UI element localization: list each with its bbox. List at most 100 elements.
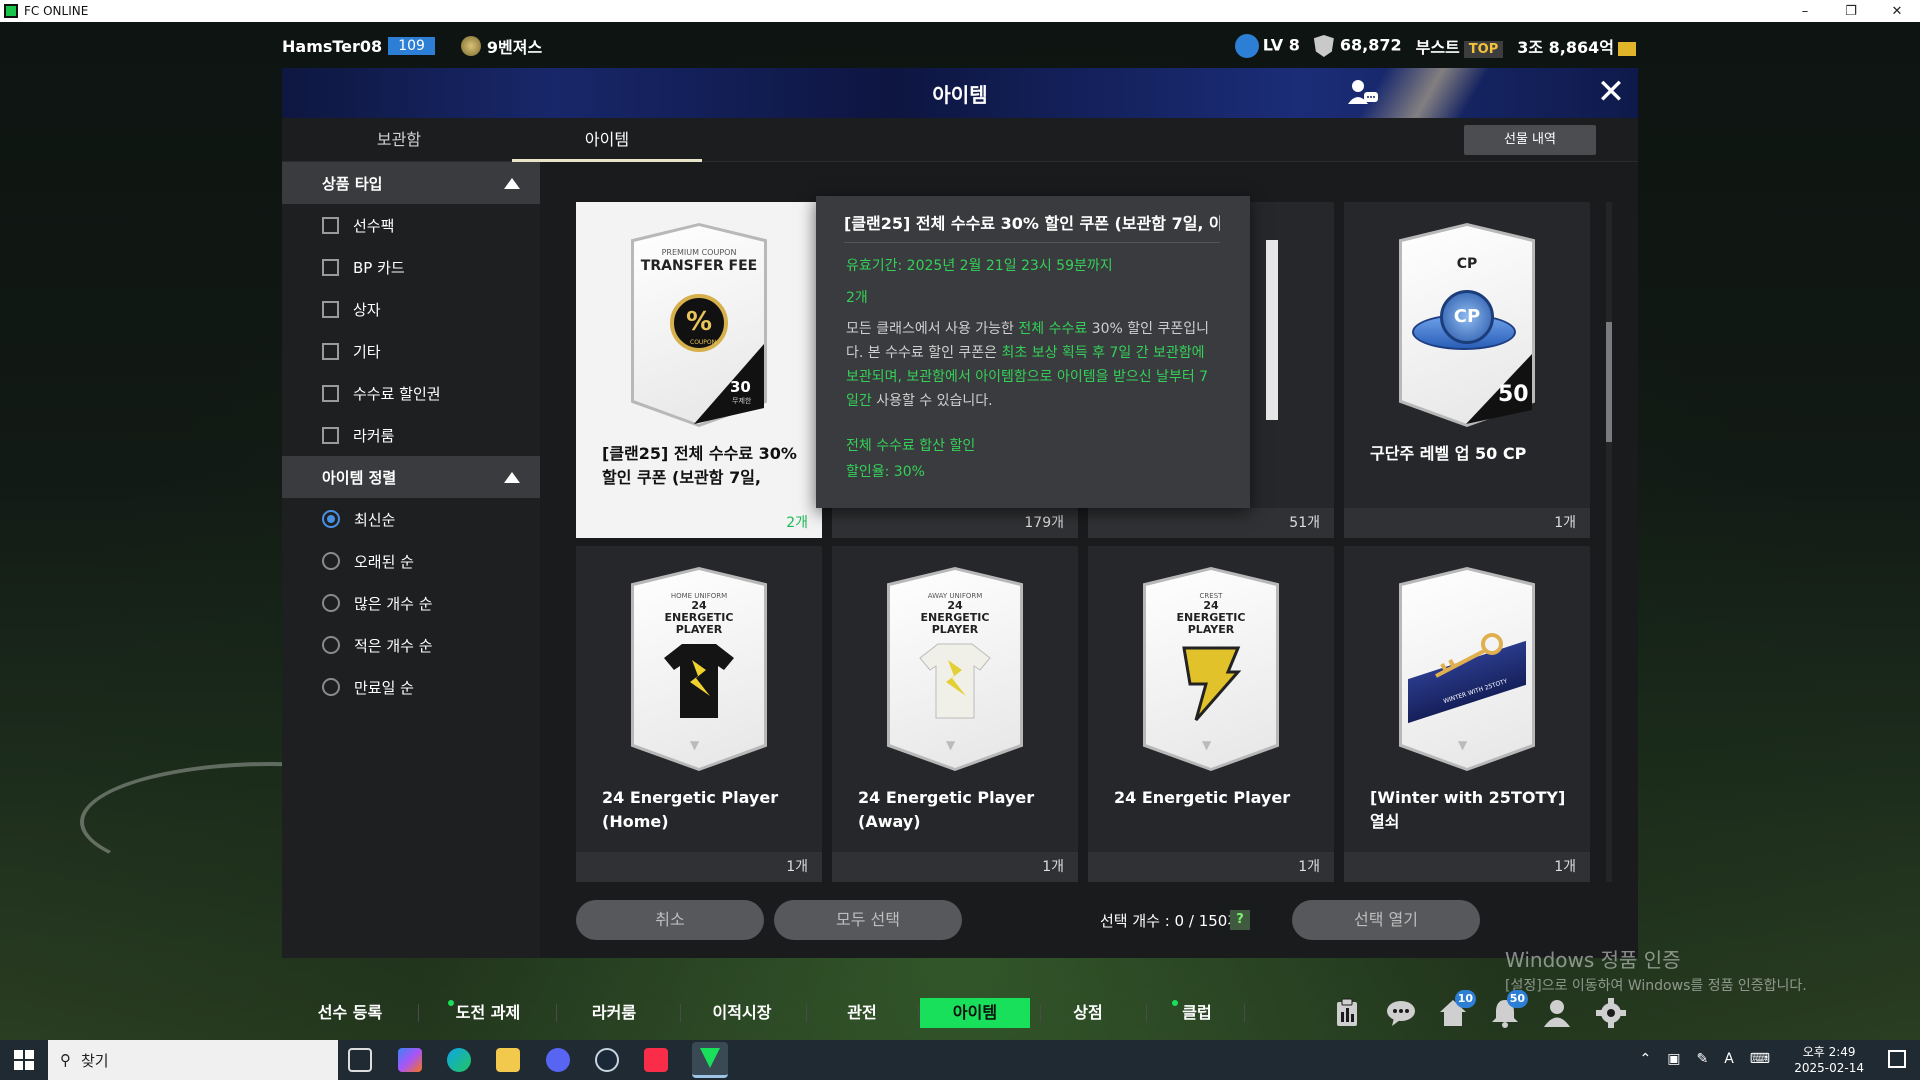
desc-highlight: 전체 수수료	[1018, 321, 1088, 337]
home-uniform-art: HOME UNIFORM 24 ENERGETIC PLAYER ▼	[631, 567, 767, 771]
jersey-icon	[664, 644, 734, 718]
item-card[interactable]: PREMIUM COUPON TRANSFER FEE % COUPON 30 …	[576, 202, 822, 538]
nav-items[interactable]: 아이템	[920, 998, 1030, 1028]
nav-club[interactable]: 클럽	[1172, 998, 1222, 1028]
sort-label: 오래된 순	[354, 552, 414, 571]
windows-taskbar: ⚲ 찾기 ⌃ ▣ ✎ A ⌨ 오후 2:49 2025-02-14	[0, 1040, 1920, 1080]
crest-logo-icon	[1182, 646, 1242, 721]
music-icon[interactable]	[644, 1048, 668, 1072]
file-explorer-icon[interactable]	[496, 1048, 520, 1072]
radio-button[interactable]	[322, 678, 340, 696]
tab-items[interactable]: 아이템	[512, 118, 702, 162]
ime-indicator[interactable]: A	[1724, 1051, 1734, 1067]
sort-newest[interactable]: 최신순	[282, 498, 540, 540]
item-count: 1개	[576, 852, 822, 882]
chevron-up-icon[interactable]: ⌃	[1640, 1051, 1652, 1067]
fc-points-display: 68,872	[1313, 35, 1402, 57]
art-top-label: CP	[1456, 256, 1478, 272]
discord-icon[interactable]	[546, 1048, 570, 1072]
profile-icon[interactable]	[1540, 996, 1574, 1030]
clipboard-icon[interactable]	[1330, 996, 1364, 1030]
item-card[interactable]: WINTER WITH 25TOTY ▼ [Winter with 25TOTY…	[1344, 546, 1590, 882]
pen-icon[interactable]: ✎	[1696, 1051, 1708, 1067]
cp-coin-icon: CP	[1440, 290, 1494, 344]
nav-player-registration[interactable]: 선수 등록	[310, 998, 390, 1028]
filter-player-pack[interactable]: 선수팩	[282, 204, 540, 246]
checkbox[interactable]	[322, 342, 339, 360]
close-panel-icon[interactable]: ✕	[1594, 75, 1628, 110]
sort-label: 많은 개수 순	[354, 594, 433, 613]
chat-icon[interactable]	[1384, 996, 1418, 1030]
task-view-icon[interactable]	[348, 1048, 372, 1072]
tab-storage[interactable]: 보관함	[304, 118, 494, 162]
checkbox[interactable]	[322, 300, 339, 318]
radio-button[interactable]	[322, 510, 340, 528]
sort-most[interactable]: 많은 개수 순	[282, 582, 540, 624]
radio-button[interactable]	[322, 594, 340, 612]
windows-start-icon[interactable]	[14, 1050, 34, 1070]
item-card[interactable]: HOME UNIFORM 24 ENERGETIC PLAYER ▼ 24 En…	[576, 546, 822, 882]
copilot-icon[interactable]	[398, 1048, 422, 1072]
friends-chat-icon[interactable]	[1346, 76, 1380, 110]
close-window-icon[interactable]: ✕	[1874, 0, 1920, 22]
clock-time: 오후 2:49	[1802, 1045, 1856, 1059]
club-info[interactable]: 9벤져스	[460, 34, 542, 58]
grid-scrollbar[interactable]	[1606, 202, 1612, 882]
checkbox[interactable]	[322, 426, 339, 444]
checkbox[interactable]	[322, 384, 339, 402]
cancel-button[interactable]: 취소	[576, 900, 764, 940]
sort-expiry[interactable]: 만료일 순	[282, 666, 540, 708]
filter-bp-card[interactable]: BP 카드	[282, 246, 540, 288]
home-icon[interactable]: 10	[1436, 990, 1476, 1030]
settings-gear-icon[interactable]	[1594, 996, 1628, 1030]
checkbox[interactable]	[322, 258, 339, 276]
nav-challenges[interactable]: 도전 과제	[448, 998, 528, 1028]
help-icon[interactable]: ?	[1230, 910, 1250, 930]
tooltip-effect: 전체 수수료 합산 할인	[846, 438, 976, 454]
filter-locker-room[interactable]: 라커룸	[282, 414, 540, 456]
nav-spectate[interactable]: 관전	[830, 998, 894, 1028]
notification-center-icon[interactable]	[1888, 1050, 1906, 1068]
keyboard-icon[interactable]: ⌨	[1750, 1051, 1770, 1067]
bell-icon[interactable]: 50	[1488, 990, 1528, 1030]
item-card[interactable]: CP CP 50 구단주 레벨 업 50 CP 1개	[1344, 202, 1590, 538]
filter-fee-coupon[interactable]: 수수료 할인권	[282, 372, 540, 414]
item-card[interactable]: AWAY UNIFORM 24 ENERGETIC PLAYER ▼ 24 En…	[832, 546, 1078, 882]
boost-label: 부스트	[1415, 38, 1460, 57]
nav-locker-room[interactable]: 라커룸	[576, 998, 652, 1028]
radio-button[interactable]	[322, 636, 340, 654]
panel-title: 아이템	[932, 82, 988, 107]
product-type-header[interactable]: 상품 타입	[282, 162, 540, 204]
restore-icon[interactable]: ❐	[1828, 0, 1874, 22]
filter-box[interactable]: 상자	[282, 288, 540, 330]
taskbar-search[interactable]: ⚲ 찾기	[48, 1040, 338, 1080]
select-all-button[interactable]: 모두 선택	[774, 900, 962, 940]
clock[interactable]: 오후 2:49 2025-02-14	[1794, 1044, 1864, 1076]
steam-icon[interactable]	[595, 1048, 619, 1072]
sort-least[interactable]: 적은 개수 순	[282, 624, 540, 666]
scrollbar-thumb[interactable]	[1606, 322, 1612, 442]
checkbox[interactable]	[322, 216, 339, 234]
radio-button[interactable]	[322, 552, 340, 570]
boost-display[interactable]: 부스트 TOP	[1416, 34, 1504, 58]
item-sort-header[interactable]: 아이템 정렬	[282, 456, 540, 498]
user-info[interactable]: HamsTer08 109 9벤져스	[282, 34, 542, 58]
nav-transfer-market[interactable]: 이적시장	[702, 998, 782, 1028]
fc-online-taskbar-icon[interactable]	[692, 1042, 728, 1078]
art-main-label: 24 ENERGETIC PLAYER	[664, 599, 734, 636]
edge-icon[interactable]	[447, 1048, 471, 1072]
filter-label: BP 카드	[353, 258, 405, 277]
filter-label: 기타	[353, 342, 381, 361]
sort-oldest[interactable]: 오래된 순	[282, 540, 540, 582]
minimize-icon[interactable]: –	[1782, 0, 1828, 22]
collapse-triangle-icon[interactable]	[504, 471, 520, 483]
art-top-label: PREMIUM COUPON	[661, 248, 737, 257]
panel-header: 아이템 ✕	[282, 68, 1638, 118]
item-card[interactable]: CREST 24 ENERGETIC PLAYER ▼ 24 Energetic…	[1088, 546, 1334, 882]
filter-other[interactable]: 기타	[282, 330, 540, 372]
collapse-triangle-icon[interactable]	[504, 177, 520, 189]
open-selected-button[interactable]: 선택 열기	[1292, 900, 1480, 940]
network-icon[interactable]: ▣	[1667, 1051, 1680, 1067]
nav-shop[interactable]: 상점	[1056, 998, 1120, 1028]
gift-history-button[interactable]: 선물 내역	[1464, 125, 1596, 155]
